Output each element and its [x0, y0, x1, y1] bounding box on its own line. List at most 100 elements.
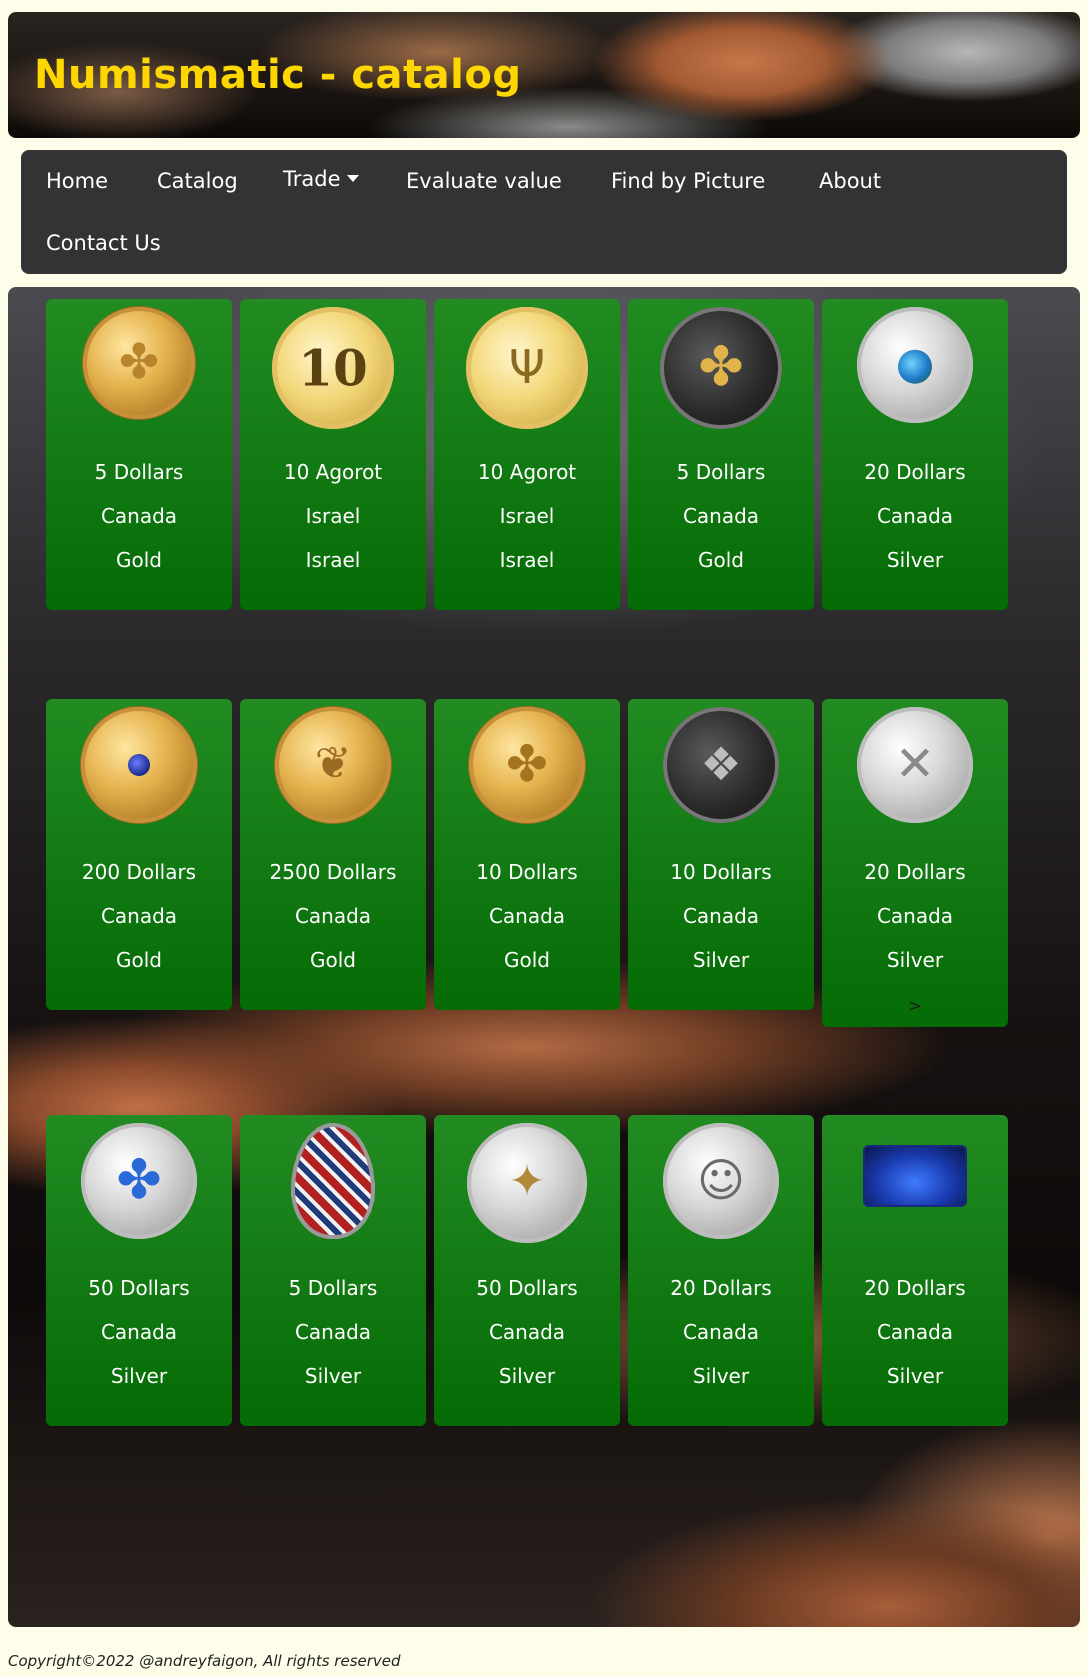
coin-card[interactable]: 10 10 Agorot Israel Israel — [240, 299, 426, 610]
nav-catalog[interactable]: Catalog — [157, 169, 238, 193]
coin-metal: Gold — [116, 948, 162, 972]
dinosaur-icon: ❖ — [700, 737, 742, 792]
coin-country: Canada — [294, 904, 372, 928]
black-silver-dinosaur-coin-image: ❖ — [663, 707, 779, 823]
coin-country: Israel — [305, 504, 361, 528]
israel-menorah-coin-image: Ψ — [466, 307, 588, 429]
coin-value: 20 Dollars — [864, 1276, 966, 1300]
next-arrow[interactable]: > — [822, 996, 1008, 1015]
earth-icon — [898, 349, 932, 384]
maple-leaf-icon: ✤ — [118, 334, 160, 391]
gold-rabbit-coin-image: ❦ — [275, 707, 391, 823]
coin-card[interactable]: ✤ 50 Dollars Canada Silver — [46, 1115, 232, 1426]
coin-value: 2500 Dollars — [269, 860, 397, 884]
coin-value: 50 Dollars — [88, 1276, 190, 1300]
black-gold-maple-leaf-coin-image: ✤ — [660, 307, 782, 429]
sapphire-icon — [128, 754, 150, 776]
gold-maple-leaves-coin-image: ✤ — [469, 707, 585, 823]
maple-leaf-icon: ✤ — [698, 334, 744, 398]
coin-metal: Gold — [116, 548, 162, 572]
coin-country: Canada — [100, 504, 178, 528]
coin-metal: Gold — [504, 948, 550, 972]
coin-card[interactable]: ✤ 5 Dollars Canada Gold — [628, 299, 814, 610]
israel-10-agorot-coin-image: 10 — [272, 307, 394, 429]
coin-card[interactable]: ✕ 20 Dollars Canada Silver > — [822, 699, 1008, 1027]
coin-value: 20 Dollars — [864, 860, 966, 884]
nav-evaluate-value[interactable]: Evaluate value — [406, 169, 562, 193]
nav-trade-label: Trade — [283, 167, 341, 191]
coin-country: Canada — [682, 904, 760, 928]
quilt-pattern-icon: ✕ — [894, 736, 936, 793]
rabbit-icon: ❦ — [314, 738, 352, 790]
footer-copyright: Copyright©2022 @andreyfaigon, All rights… — [8, 1652, 401, 1670]
blue-rectangular-coin-image — [863, 1145, 967, 1207]
coin-country: Canada — [876, 504, 954, 528]
silver-earth-coin-image — [857, 307, 973, 423]
gold-maple-leaf-coin-image: ✤ — [83, 307, 195, 419]
coin-card[interactable]: ❦ 2500 Dollars Canada Gold — [240, 699, 426, 1010]
coin-card[interactable]: ☺ 20 Dollars Canada Silver — [628, 1115, 814, 1426]
coin-metal: Silver — [886, 1364, 944, 1388]
coin-country: Canada — [876, 1320, 954, 1344]
coin-value: 200 Dollars — [81, 860, 197, 884]
compass-icon: ✦ — [508, 1156, 546, 1208]
coin-value: 5 Dollars — [676, 460, 766, 484]
coin-country: Canada — [100, 904, 178, 928]
coin-metal: Silver — [110, 1364, 168, 1388]
coin-country: Canada — [294, 1320, 372, 1344]
nav-home[interactable]: Home — [46, 169, 108, 193]
coin-value: 10 Dollars — [476, 860, 578, 884]
coin-value: 5 Dollars — [94, 460, 184, 484]
coin-metal: Silver — [498, 1364, 556, 1388]
coin-country: Canada — [100, 1320, 178, 1344]
coin-card[interactable]: 200 Dollars Canada Gold — [46, 699, 232, 1010]
coin-value: 50 Dollars — [476, 1276, 578, 1300]
coin-card[interactable]: Ψ 10 Agorot Israel Israel — [434, 299, 620, 610]
coin-country: Canada — [488, 1320, 566, 1344]
coin-metal: Gold — [698, 548, 744, 572]
main-nav: Home Catalog Trade Evaluate value Find b… — [21, 150, 1067, 274]
maple-leaf-icon: ✤ — [506, 735, 548, 793]
catalog-area: ✤ 5 Dollars Canada Gold 10 10 Agorot Isr… — [8, 287, 1080, 1627]
coin-country: Canada — [488, 904, 566, 928]
silver-maple-landscape-coin-image: ✤ — [81, 1123, 197, 1239]
coin-country: Canada — [876, 904, 954, 928]
coin-metal: Israel — [499, 548, 555, 572]
silver-compass-coin-image: ✦ — [467, 1123, 587, 1243]
coin-value: 10 Agorot — [477, 460, 577, 484]
coin-card[interactable]: 20 Dollars Canada Silver — [822, 299, 1008, 610]
coin-metal: Silver — [886, 548, 944, 572]
coin-card[interactable]: ✦ 50 Dollars Canada Silver — [434, 1115, 620, 1426]
coin-card[interactable]: 5 Dollars Canada Silver — [240, 1115, 426, 1426]
caret-down-icon — [346, 174, 359, 182]
coin-value: 5 Dollars — [288, 1276, 378, 1300]
coin-country: Canada — [682, 504, 760, 528]
silver-quilt-coin-image: ✕ — [857, 707, 973, 823]
coin-card[interactable]: 20 Dollars Canada Silver — [822, 1115, 1008, 1426]
coin-card[interactable]: ✤ 5 Dollars Canada Gold — [46, 299, 232, 610]
coin-metal: Gold — [310, 948, 356, 972]
coin-value: 20 Dollars — [670, 1276, 772, 1300]
menorah-icon: Ψ — [508, 340, 546, 395]
portrait-icon: ☺ — [697, 1153, 745, 1208]
nav-find-by-picture[interactable]: Find by Picture — [611, 169, 765, 193]
pysanka-egg-coin-image — [291, 1123, 375, 1239]
site-header: Numismatic - catalog — [8, 12, 1080, 138]
nav-about[interactable]: About — [819, 169, 881, 193]
coin-metal: Silver — [692, 948, 750, 972]
coin-value: 10 Agorot — [283, 460, 383, 484]
nav-contact-us[interactable]: Contact Us — [46, 231, 161, 255]
coin-value: 10 Dollars — [670, 860, 772, 884]
coin-card[interactable]: ✤ 10 Dollars Canada Gold — [434, 699, 620, 1010]
coin-metal: Israel — [305, 548, 361, 572]
coin-metal: Silver — [692, 1364, 750, 1388]
coin-metal: Silver — [886, 948, 944, 972]
coin-metal: Silver — [304, 1364, 362, 1388]
coin-country: Israel — [499, 504, 555, 528]
nav-trade[interactable]: Trade — [283, 167, 359, 191]
coin-value: 20 Dollars — [864, 460, 966, 484]
coin-card[interactable]: ❖ 10 Dollars Canada Silver — [628, 699, 814, 1010]
coin-country: Canada — [682, 1320, 760, 1344]
maple-leaf-icon: ✤ — [116, 1147, 162, 1211]
gold-sapphire-coin-image — [81, 707, 197, 823]
